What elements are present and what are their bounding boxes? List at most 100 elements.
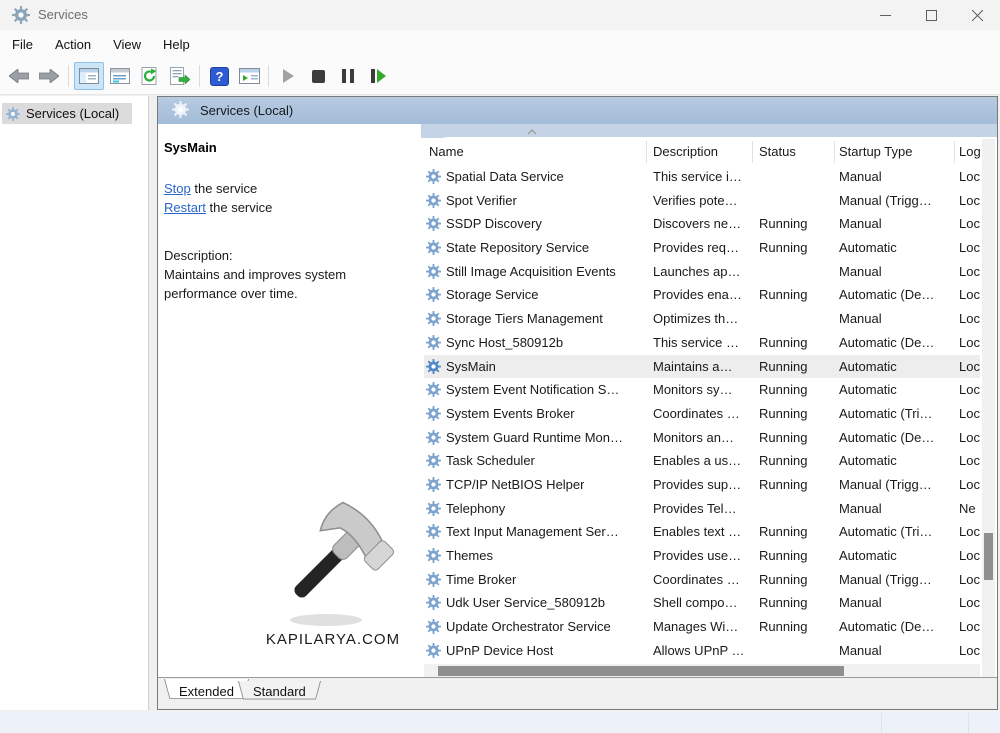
table-row[interactable]: System Event Notification S…Monitors sy……	[424, 378, 980, 402]
restart-service-link[interactable]: Restart	[164, 200, 206, 215]
cell-startup-type: Manual	[839, 311, 882, 326]
service-gear-icon	[426, 382, 441, 397]
tree-item-services-local[interactable]: Services (Local)	[2, 103, 132, 124]
cell-log-on-as: Loc	[959, 287, 980, 302]
cell-description: Provides ena…	[653, 287, 742, 302]
table-row[interactable]: State Repository ServiceProvides req…Run…	[424, 236, 980, 260]
cell-log-on-as: Loc	[959, 335, 980, 350]
restart-service-icon[interactable]	[364, 63, 392, 89]
table-row[interactable]: Storage Tiers ManagementOptimizes th…Man…	[424, 307, 980, 331]
show-action-pane-icon[interactable]	[235, 63, 263, 89]
cell-log-on-as: Loc	[959, 548, 980, 563]
cell-log-on-as: Loc	[959, 264, 980, 279]
cell-name: Telephony	[446, 501, 505, 516]
column-divider[interactable]	[646, 141, 647, 163]
vertical-scrollbar-thumb[interactable]	[984, 533, 993, 580]
cell-name: System Event Notification S…	[446, 382, 619, 397]
cell-description: Provides use…	[653, 548, 741, 563]
table-row[interactable]: UPnP Device HostAllows UPnP …ManualLoc	[424, 639, 980, 663]
properties-icon[interactable]	[106, 63, 134, 89]
menu-action[interactable]: Action	[45, 33, 101, 56]
table-row[interactable]: SSDP DiscoveryDiscovers ne…RunningManual…	[424, 212, 980, 236]
column-header-logon[interactable]: Log	[959, 144, 981, 159]
cell-name: UPnP Device Host	[446, 643, 553, 658]
menu-view[interactable]: View	[103, 33, 151, 56]
table-row[interactable]: ThemesProvides use…RunningAutomaticLoc	[424, 544, 980, 568]
cell-status: Running	[759, 382, 807, 397]
table-row[interactable]: Sync Host_580912bThis service …RunningAu…	[424, 331, 980, 355]
service-gear-icon	[426, 430, 441, 445]
cell-log-on-as: Loc	[959, 595, 980, 610]
cell-startup-type: Automatic	[839, 382, 897, 397]
vertical-scrollbar[interactable]	[982, 139, 995, 679]
column-divider[interactable]	[834, 141, 835, 163]
table-row[interactable]: SysMainMaintains a…RunningAutomaticLoc	[424, 355, 980, 379]
maximize-button[interactable]	[908, 0, 954, 30]
table-row[interactable]: Udk User Service_580912bShell compo…Runn…	[424, 591, 980, 615]
cell-description: This service …	[653, 335, 739, 350]
cell-startup-type: Automatic (Tri…	[839, 524, 932, 539]
table-row[interactable]: System Guard Runtime Mon…Monitors an…Run…	[424, 426, 980, 450]
start-service-icon[interactable]	[274, 63, 302, 89]
table-row[interactable]: TCP/IP NetBIOS HelperProvides sup…Runnin…	[424, 473, 980, 497]
table-row[interactable]: Still Image Acquisition EventsLaunches a…	[424, 260, 980, 284]
back-icon[interactable]	[5, 63, 33, 89]
column-header-name[interactable]: Name	[429, 144, 464, 159]
screenshot-root: Services File Action View Help	[0, 0, 1000, 733]
forward-icon[interactable]	[35, 63, 63, 89]
table-row[interactable]: System Events BrokerCoordinates …Running…	[424, 402, 980, 426]
export-list-icon[interactable]	[166, 63, 194, 89]
column-header-description[interactable]: Description	[653, 144, 718, 159]
table-header: Name Description Status Startup Type Log	[424, 141, 980, 164]
column-header-status[interactable]: Status	[759, 144, 796, 159]
cell-description: Verifies pote…	[653, 193, 738, 208]
cell-name: Time Broker	[446, 572, 516, 587]
table-row[interactable]: Text Input Management Ser…Enables text ……	[424, 520, 980, 544]
cell-startup-type: Manual	[839, 595, 882, 610]
cell-name: SysMain	[446, 359, 496, 374]
cell-name: SSDP Discovery	[446, 216, 542, 231]
service-gear-icon	[426, 311, 441, 326]
cell-startup-type: Manual	[839, 501, 882, 516]
title-bar[interactable]: Services	[0, 0, 1000, 30]
cell-name: System Guard Runtime Mon…	[446, 430, 623, 445]
stop-service-icon[interactable]	[304, 63, 332, 89]
column-divider[interactable]	[954, 141, 955, 163]
minimize-button[interactable]	[862, 0, 908, 30]
cell-description: Coordinates …	[653, 572, 740, 587]
menu-file[interactable]: File	[2, 33, 43, 56]
pause-service-icon[interactable]	[334, 63, 362, 89]
cell-status: Running	[759, 524, 807, 539]
watermark-text: KAPILARYA.COM	[208, 631, 458, 648]
cell-status: Running	[759, 453, 807, 468]
cell-status: Running	[759, 572, 807, 587]
horizontal-scrollbar-thumb[interactable]	[438, 666, 844, 676]
help-icon[interactable]: ?	[205, 63, 233, 89]
refresh-icon[interactable]	[136, 63, 164, 89]
cell-name: Sync Host_580912b	[446, 335, 563, 350]
table-row[interactable]: Spatial Data ServiceThis service i…Manua…	[424, 165, 980, 189]
table-row[interactable]: TelephonyProvides Tel…ManualNe	[424, 497, 980, 521]
cell-name: Task Scheduler	[446, 453, 535, 468]
close-button[interactable]	[954, 0, 1000, 30]
stop-service-link[interactable]: Stop	[164, 181, 191, 196]
column-header-startup[interactable]: Startup Type	[839, 144, 912, 159]
tab-standard[interactable]: Standard	[238, 681, 321, 702]
horizontal-scrollbar[interactable]	[424, 664, 980, 678]
table-row[interactable]: Task SchedulerEnables a us…RunningAutoma…	[424, 449, 980, 473]
table-row[interactable]: Update Orchestrator ServiceManages Wi…Ru…	[424, 615, 980, 639]
service-gear-icon	[426, 453, 441, 468]
cell-startup-type: Automatic	[839, 359, 897, 374]
service-gear-icon	[426, 595, 441, 610]
column-divider[interactable]	[752, 141, 753, 163]
table-row[interactable]: Spot VerifierVerifies pote…Manual (Trigg…	[424, 189, 980, 213]
cell-name: Udk User Service_580912b	[446, 595, 605, 610]
show-console-tree-icon[interactable]	[74, 62, 104, 90]
tab-extended[interactable]: Extended	[164, 681, 249, 702]
cell-status: Running	[759, 477, 807, 492]
table-row[interactable]: Storage ServiceProvides ena…RunningAutom…	[424, 283, 980, 307]
table-row[interactable]: Time BrokerCoordinates …RunningManual (T…	[424, 568, 980, 592]
toolbar-separator	[199, 65, 200, 87]
menu-help[interactable]: Help	[153, 33, 200, 56]
cell-log-on-as: Loc	[959, 643, 980, 658]
